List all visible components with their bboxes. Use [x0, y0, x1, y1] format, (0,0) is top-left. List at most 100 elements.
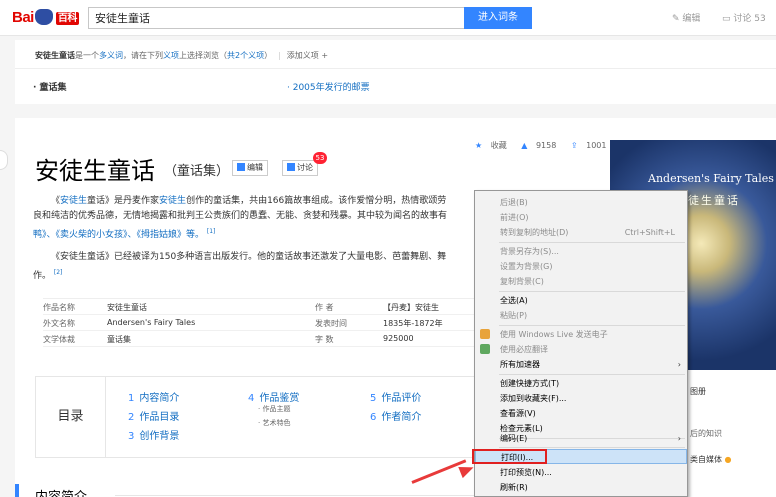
menu-item-copy-bg[interactable]: 复制背景(C)	[475, 274, 687, 289]
menu-label: 转到复制的地址(D)	[500, 228, 569, 237]
menu-label: 粘贴(P)	[500, 311, 528, 320]
like-count: 9158	[535, 141, 557, 150]
menu-label: 使用 Windows Live 发送电子	[500, 330, 608, 339]
info-value: 1835年-1872年	[383, 319, 443, 328]
menu-item-encoding[interactable]: 编码(E) ›	[475, 431, 687, 446]
info-key: 作 者	[315, 303, 334, 312]
sense-link[interactable]: 义项	[163, 51, 179, 60]
polysemy-desc-2: ，请在下列	[123, 51, 163, 60]
add-sense-link[interactable]: 添加义项 +	[287, 51, 328, 60]
album-label[interactable]: 图册	[690, 386, 706, 397]
reference-1[interactable]: [1]	[207, 228, 216, 235]
andersen-link-1[interactable]: 安徒生	[60, 196, 87, 206]
menu-label: 查看源(V)	[500, 409, 536, 418]
enter-entry-button[interactable]: 进入词条	[464, 7, 532, 29]
toc-item-background[interactable]: 3 创作背景	[128, 427, 179, 442]
pencil-icon	[237, 163, 245, 171]
edit-label: 编辑	[247, 163, 263, 172]
menu-label: 复制背景(C)	[500, 277, 544, 286]
menu-label: 添加到收藏夹(F)...	[500, 394, 567, 403]
page-title: 安徒生童话	[35, 157, 155, 185]
top-edit-link[interactable]: ✎ 编辑	[672, 11, 700, 24]
menu-item-goto-copied[interactable]: 转到复制的地址(D) Ctrl+Shift+L	[475, 225, 687, 240]
menu-item-back[interactable]: 后退(B)	[475, 195, 687, 210]
menu-item-select-all[interactable]: 全选(A)	[475, 293, 687, 308]
share-icon: ⇪	[570, 141, 578, 150]
top-discuss-label: 讨论 53	[733, 14, 766, 24]
polysemy-divider	[15, 68, 776, 69]
sense-item-stamp[interactable]: · 2005年发行的邮票	[287, 80, 370, 93]
menu-label: 背景另存为(S)...	[500, 247, 559, 256]
menu-item-set-bg[interactable]: 设置为背景(G)	[475, 259, 687, 274]
menu-label: 设置为背景(G)	[500, 262, 553, 271]
info-row: 作品名称 安徒生童话 作 者 【丹麦】安徒生	[43, 299, 483, 315]
search-input[interactable]	[88, 7, 464, 29]
info-key: 发表时间	[315, 319, 347, 328]
section-marker	[15, 484, 19, 497]
menu-separator	[499, 447, 685, 448]
toc-num: 6	[370, 412, 377, 423]
table-of-contents: 目录 1 内容简介 2 作品目录 3 创作背景 4 作品鉴赏 · 作品主题 · 艺术特色…	[35, 376, 483, 458]
discuss-label: 讨论	[297, 163, 313, 172]
toc-item-contents[interactable]: 2 作品目录	[128, 408, 179, 423]
toc-item-appreciation[interactable]: 4 作品鉴赏	[248, 389, 299, 404]
toc-sub-art[interactable]: · 艺术特色	[258, 418, 290, 428]
menu-item-refresh[interactable]: 刷新(R)	[475, 480, 687, 495]
menu-item-save-bg[interactable]: 背景另存为(S)...	[475, 244, 687, 259]
knowledge-label[interactable]: 后的知识	[690, 428, 722, 439]
menu-item-bing-translate[interactable]: 使用必应翻译	[475, 342, 687, 357]
share-button[interactable]: ⇪ 1001	[571, 141, 613, 150]
summary-paragraph-2: 《安徒生童话》已经被译为150多种语言出版发行。他的童话故事还激发了大量电影、芭…	[33, 250, 483, 284]
toc-text: 作品评价	[381, 393, 422, 404]
andersen-link-2[interactable]: 安徒生	[159, 196, 186, 206]
info-row: 文学体裁 童话集 字 数 925000	[43, 331, 483, 347]
baidu-baike-logo[interactable]: Bai 百科	[12, 9, 79, 26]
menu-item-windows-live[interactable]: 使用 Windows Live 发送电子	[475, 327, 687, 342]
toc-text: 作者简介	[381, 412, 422, 423]
menu-separator	[499, 242, 685, 243]
paw-icon	[34, 9, 53, 25]
toc-text: 创作背景	[139, 431, 180, 442]
menu-item-add-favorite[interactable]: 添加到收藏夹(F)...	[475, 391, 687, 406]
like-button[interactable]: ▲ 9158	[521, 141, 562, 150]
page-subtitle: （童话集）	[164, 164, 230, 179]
media-label[interactable]: 类自媒体 ●	[690, 454, 732, 465]
polysemy-link[interactable]: 多义词	[99, 51, 123, 60]
discuss-button[interactable]: 讨论	[282, 160, 318, 176]
sense-count-link[interactable]: 共2个义项	[227, 51, 264, 60]
toc-num: 4	[248, 393, 255, 404]
side-collapse-tab[interactable]	[0, 150, 8, 170]
verified-icon: ●	[724, 455, 732, 464]
para1-line3[interactable]: 鸭》、《卖火柴的小女孩》、《拇指姑娘》等。	[33, 230, 204, 240]
menu-item-create-shortcut[interactable]: 创建快捷方式(T)	[475, 376, 687, 391]
favorite-label: 收藏	[490, 141, 507, 150]
menu-item-forward[interactable]: 前进(O)	[475, 210, 687, 225]
menu-item-print-preview[interactable]: 打印预览(N)...	[475, 465, 687, 480]
toc-item-author[interactable]: 6 作者简介	[370, 408, 421, 423]
top-edit-label: 编辑	[682, 14, 701, 24]
menu-label: 后退(B)	[500, 198, 528, 207]
menu-item-paste[interactable]: 粘贴(P)	[475, 308, 687, 323]
toc-text: 内容简介	[139, 393, 180, 404]
reference-2[interactable]: [2]	[54, 269, 63, 276]
sense-item-current[interactable]: · 童话集	[33, 80, 67, 93]
edit-button[interactable]: 编辑	[232, 160, 268, 176]
submenu-arrow-icon: ›	[677, 434, 681, 443]
top-discuss-link[interactable]: ▭ 讨论 53	[722, 11, 766, 24]
favorite-button[interactable]: ★ 收藏	[475, 141, 513, 150]
comment-icon	[287, 163, 295, 171]
menu-item-view-source[interactable]: 查看源(V)	[475, 406, 687, 421]
polysemy-panel: 安徒生童话是一个多义词，请在下列义项上选择浏览（共2个义项） | 添加义项 + · …	[15, 40, 776, 104]
comment-icon: ▭	[722, 14, 734, 24]
toc-item-review[interactable]: 5 作品评价	[370, 389, 421, 404]
menu-item-accelerators[interactable]: 所有加速器 ›	[475, 357, 687, 372]
discuss-count-badge: 53	[313, 152, 327, 164]
menu-label: 编码(E)	[500, 434, 528, 443]
polysemy-desc-1: 是一个	[75, 51, 99, 60]
toc-text: 作品鉴赏	[259, 393, 300, 404]
share-count: 1001	[586, 141, 607, 150]
para1-t2: 童话》是丹麦作家	[87, 196, 160, 206]
info-row: 外文名称 Andersen's Fairy Tales 发表时间 1835年-1…	[43, 315, 483, 331]
toc-item-intro[interactable]: 1 内容简介	[128, 389, 179, 404]
toc-sub-theme[interactable]: · 作品主题	[258, 404, 290, 414]
